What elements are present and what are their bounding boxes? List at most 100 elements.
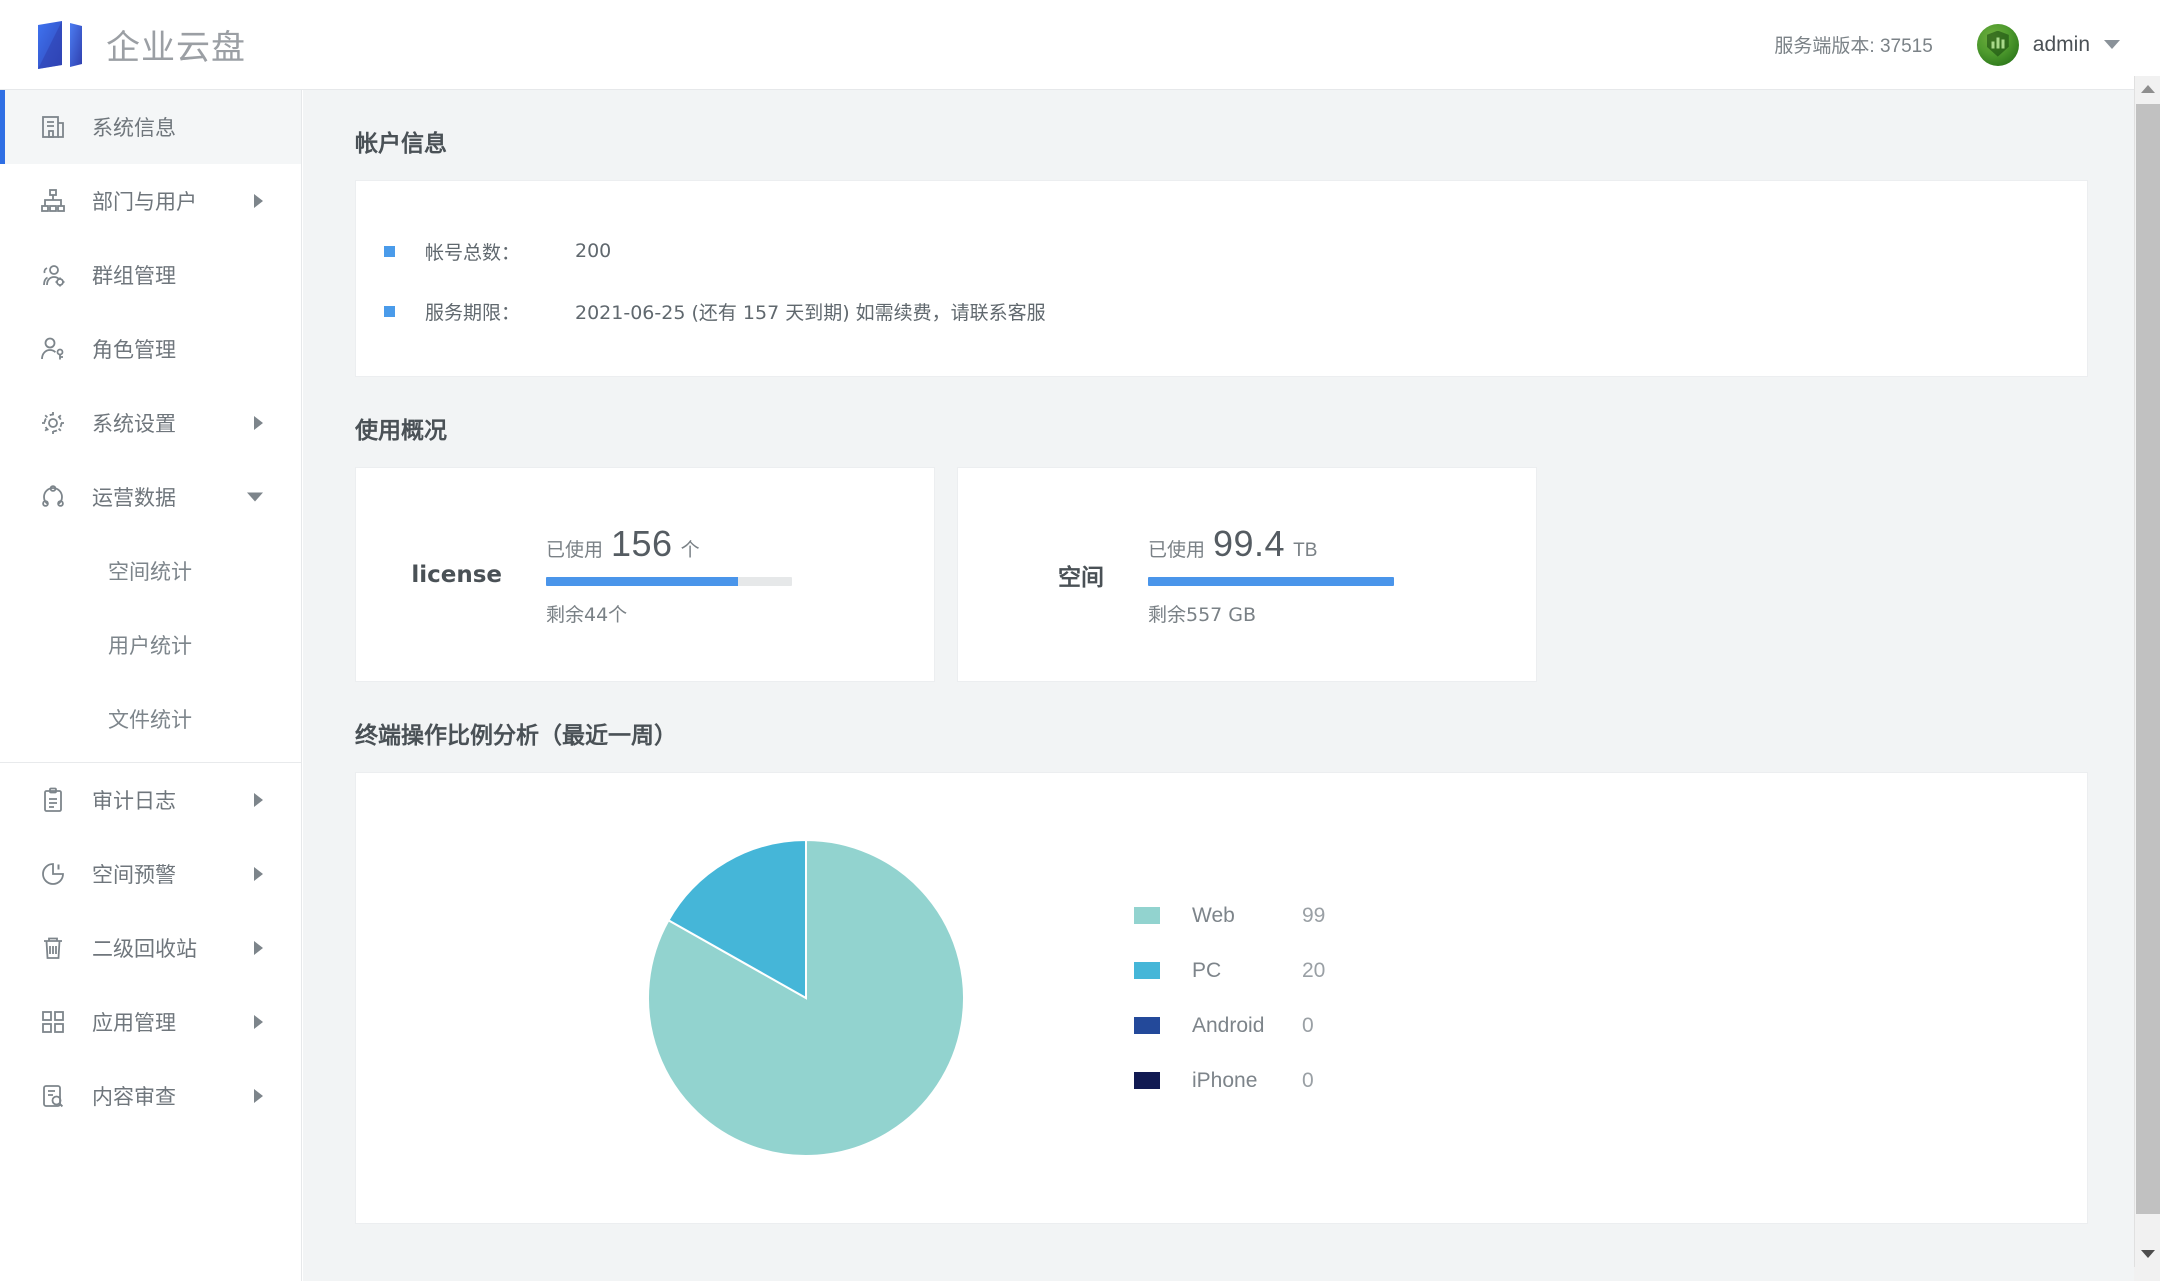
- sidebar-item-label: 应用管理: [92, 1011, 176, 1035]
- sidebar-item-label: 运营数据: [92, 486, 176, 510]
- usage-remaining-label: 剩余44个: [546, 603, 628, 626]
- scroll-down-arrow-icon: [2141, 1250, 2155, 1258]
- sidebar-subitem-user-stats[interactable]: 用户统计: [0, 608, 301, 682]
- legend-label: PC: [1192, 958, 1222, 982]
- account-info-row: 帐号总数： 200: [356, 221, 2087, 281]
- terminal-usage-chart-card: Web 99 PC 20 Android 0 iPhone 0: [355, 772, 2088, 1224]
- chevron-right-icon: [254, 867, 263, 881]
- usage-progress-track: [546, 576, 792, 586]
- account-total-label: 帐号总数：: [425, 241, 521, 264]
- sidebar-item-system-info[interactable]: 系统信息: [0, 90, 301, 164]
- usage-used-line: 已使用 156 个: [546, 523, 796, 565]
- sidebar-subitem-file-stats[interactable]: 文件统计: [0, 682, 301, 756]
- analytics-icon: [36, 480, 70, 514]
- scroll-up-arrow-icon: [2141, 85, 2155, 93]
- user-name-label: admin: [2032, 32, 2090, 56]
- sidebar-item-secondary-recycle-bin[interactable]: 二级回收站: [0, 911, 301, 985]
- usage-used-number: 156: [611, 522, 673, 564]
- chevron-right-icon: [254, 194, 263, 208]
- sidebar-item-label: 二级回收站: [92, 937, 197, 961]
- sidebar-item-content-review[interactable]: 内容审查: [0, 1059, 301, 1133]
- account-info-card: 帐号总数： 200 服务期限： 2021-06-25 (还有 157 天到期) …: [355, 180, 2088, 377]
- pie-chart: [646, 838, 966, 1158]
- usage-remaining-label: 剩余557 GB: [1148, 603, 1257, 626]
- user-role-icon: [36, 332, 70, 366]
- legend-row-android[interactable]: Android 0: [1134, 998, 1325, 1053]
- usage-card-name: license: [411, 561, 502, 588]
- usage-card-body: 已使用 156 个 剩余44个: [546, 523, 796, 627]
- usage-used-prefix: 已使用: [546, 538, 604, 561]
- chevron-right-icon: [254, 1089, 263, 1103]
- sidebar-item-role-management[interactable]: 角色管理: [0, 312, 301, 386]
- account-info-row: 服务期限： 2021-06-25 (还有 157 天到期) 如需续费，请联系客服: [356, 281, 2087, 341]
- chevron-right-icon: [254, 793, 263, 807]
- brand-name: 企业云盘: [106, 28, 246, 68]
- legend-row-web[interactable]: Web 99: [1134, 888, 1325, 943]
- scrollbar-corner: [2134, 1267, 2160, 1281]
- grid-apps-icon: [36, 1005, 70, 1039]
- cloud-disk-logo-icon: [32, 19, 88, 71]
- sidebar-submenu-operation-data: 空间统计 用户统计 文件统计: [0, 534, 301, 763]
- service-period-label: 服务期限：: [425, 301, 521, 324]
- sidebar-item-app-management[interactable]: 应用管理: [0, 985, 301, 1059]
- sidebar-item-label: 审计日志: [92, 789, 176, 813]
- usage-card-license: license 已使用 156 个 剩余44个: [355, 467, 935, 682]
- user-menu[interactable]: admin: [1976, 23, 2120, 66]
- sidebar-item-label: 群组管理: [92, 264, 176, 288]
- scroll-down-button[interactable]: [2135, 1241, 2160, 1267]
- chevron-down-icon[interactable]: [2104, 40, 2120, 49]
- group-settings-icon: [36, 258, 70, 292]
- sidebar-item-departments-users[interactable]: 部门与用户: [0, 164, 301, 238]
- usage-progress-fill: [1148, 576, 1394, 586]
- sidebar-item-label: 系统信息: [92, 116, 176, 140]
- clipboard-icon: [36, 783, 70, 817]
- legend-label: Android: [1192, 1013, 1265, 1037]
- page-scrollbar[interactable]: [2134, 76, 2160, 1281]
- server-version-label: 服务端版本: 37515: [1774, 36, 1933, 57]
- sidebar-item-group-management[interactable]: 群组管理: [0, 238, 301, 312]
- sidebar-item-space-alert[interactable]: 空间预警: [0, 837, 301, 911]
- gear-icon: [36, 406, 70, 440]
- legend-swatch-icon: [1134, 1072, 1160, 1089]
- sidebar-item-label: 系统设置: [92, 412, 176, 436]
- main-content: 帐户信息 帐号总数： 200 服务期限： 2021-06-25 (还有 157 …: [303, 90, 2140, 1281]
- bullet-icon: [384, 305, 395, 317]
- usage-card-name: 空间: [1058, 564, 1104, 591]
- sidebar: 系统信息 部门与用户 群组管理 角色管理 系统设置 运营数据 空间统计 用户统计…: [0, 90, 302, 1281]
- scrollbar-thumb[interactable]: [2136, 104, 2160, 1214]
- usage-used-prefix: 已使用: [1148, 538, 1206, 561]
- trash-icon: [36, 931, 70, 965]
- legend-value: 0: [1302, 1068, 1314, 1092]
- usage-progress-track: [1148, 576, 1394, 586]
- usage-card-space: 空间 已使用 99.4 TB 剩余557 GB: [957, 467, 1537, 682]
- sidebar-item-operation-data[interactable]: 运营数据: [0, 460, 301, 534]
- sidebar-item-audit-log[interactable]: 审计日志: [0, 763, 301, 837]
- chevron-right-icon: [254, 416, 263, 430]
- legend-label: Web: [1192, 903, 1235, 927]
- chevron-down-icon: [247, 492, 263, 502]
- legend-row-iphone[interactable]: iPhone 0: [1134, 1053, 1325, 1108]
- legend-swatch-icon: [1134, 907, 1160, 924]
- usage-cards-row: license 已使用 156 个 剩余44个 空间 已使用 99.4 TB 剩…: [355, 467, 2088, 682]
- legend-row-pc[interactable]: PC 20: [1134, 943, 1325, 998]
- sidebar-item-label: 空间预警: [92, 863, 176, 887]
- legend-value: 99: [1302, 903, 1326, 927]
- sidebar-item-system-settings[interactable]: 系统设置: [0, 386, 301, 460]
- pie-alert-icon: [36, 857, 70, 891]
- legend-value: 20: [1302, 958, 1326, 982]
- usage-used-unit: TB: [1293, 539, 1318, 561]
- service-period-value: 2021-06-25 (还有 157 天到期) 如需续费，请联系客服: [575, 301, 1046, 324]
- chart-section-title: 终端操作比例分析（最近一周）: [355, 723, 677, 749]
- pie-chart-legend: Web 99 PC 20 Android 0 iPhone 0: [1134, 888, 1325, 1108]
- sidebar-subitem-space-stats[interactable]: 空间统计: [0, 534, 301, 608]
- usage-used-unit: 个: [680, 539, 700, 561]
- usage-used-line: 已使用 99.4 TB: [1148, 523, 1398, 565]
- usage-section-title: 使用概况: [355, 418, 447, 444]
- sidebar-item-label: 角色管理: [92, 338, 176, 362]
- scroll-up-button[interactable]: [2135, 76, 2160, 102]
- content-review-icon: [36, 1079, 70, 1113]
- usage-used-number: 99.4: [1213, 522, 1286, 564]
- chevron-right-icon: [254, 941, 263, 955]
- user-avatar: [1976, 23, 2019, 66]
- usage-progress-fill: [546, 576, 738, 586]
